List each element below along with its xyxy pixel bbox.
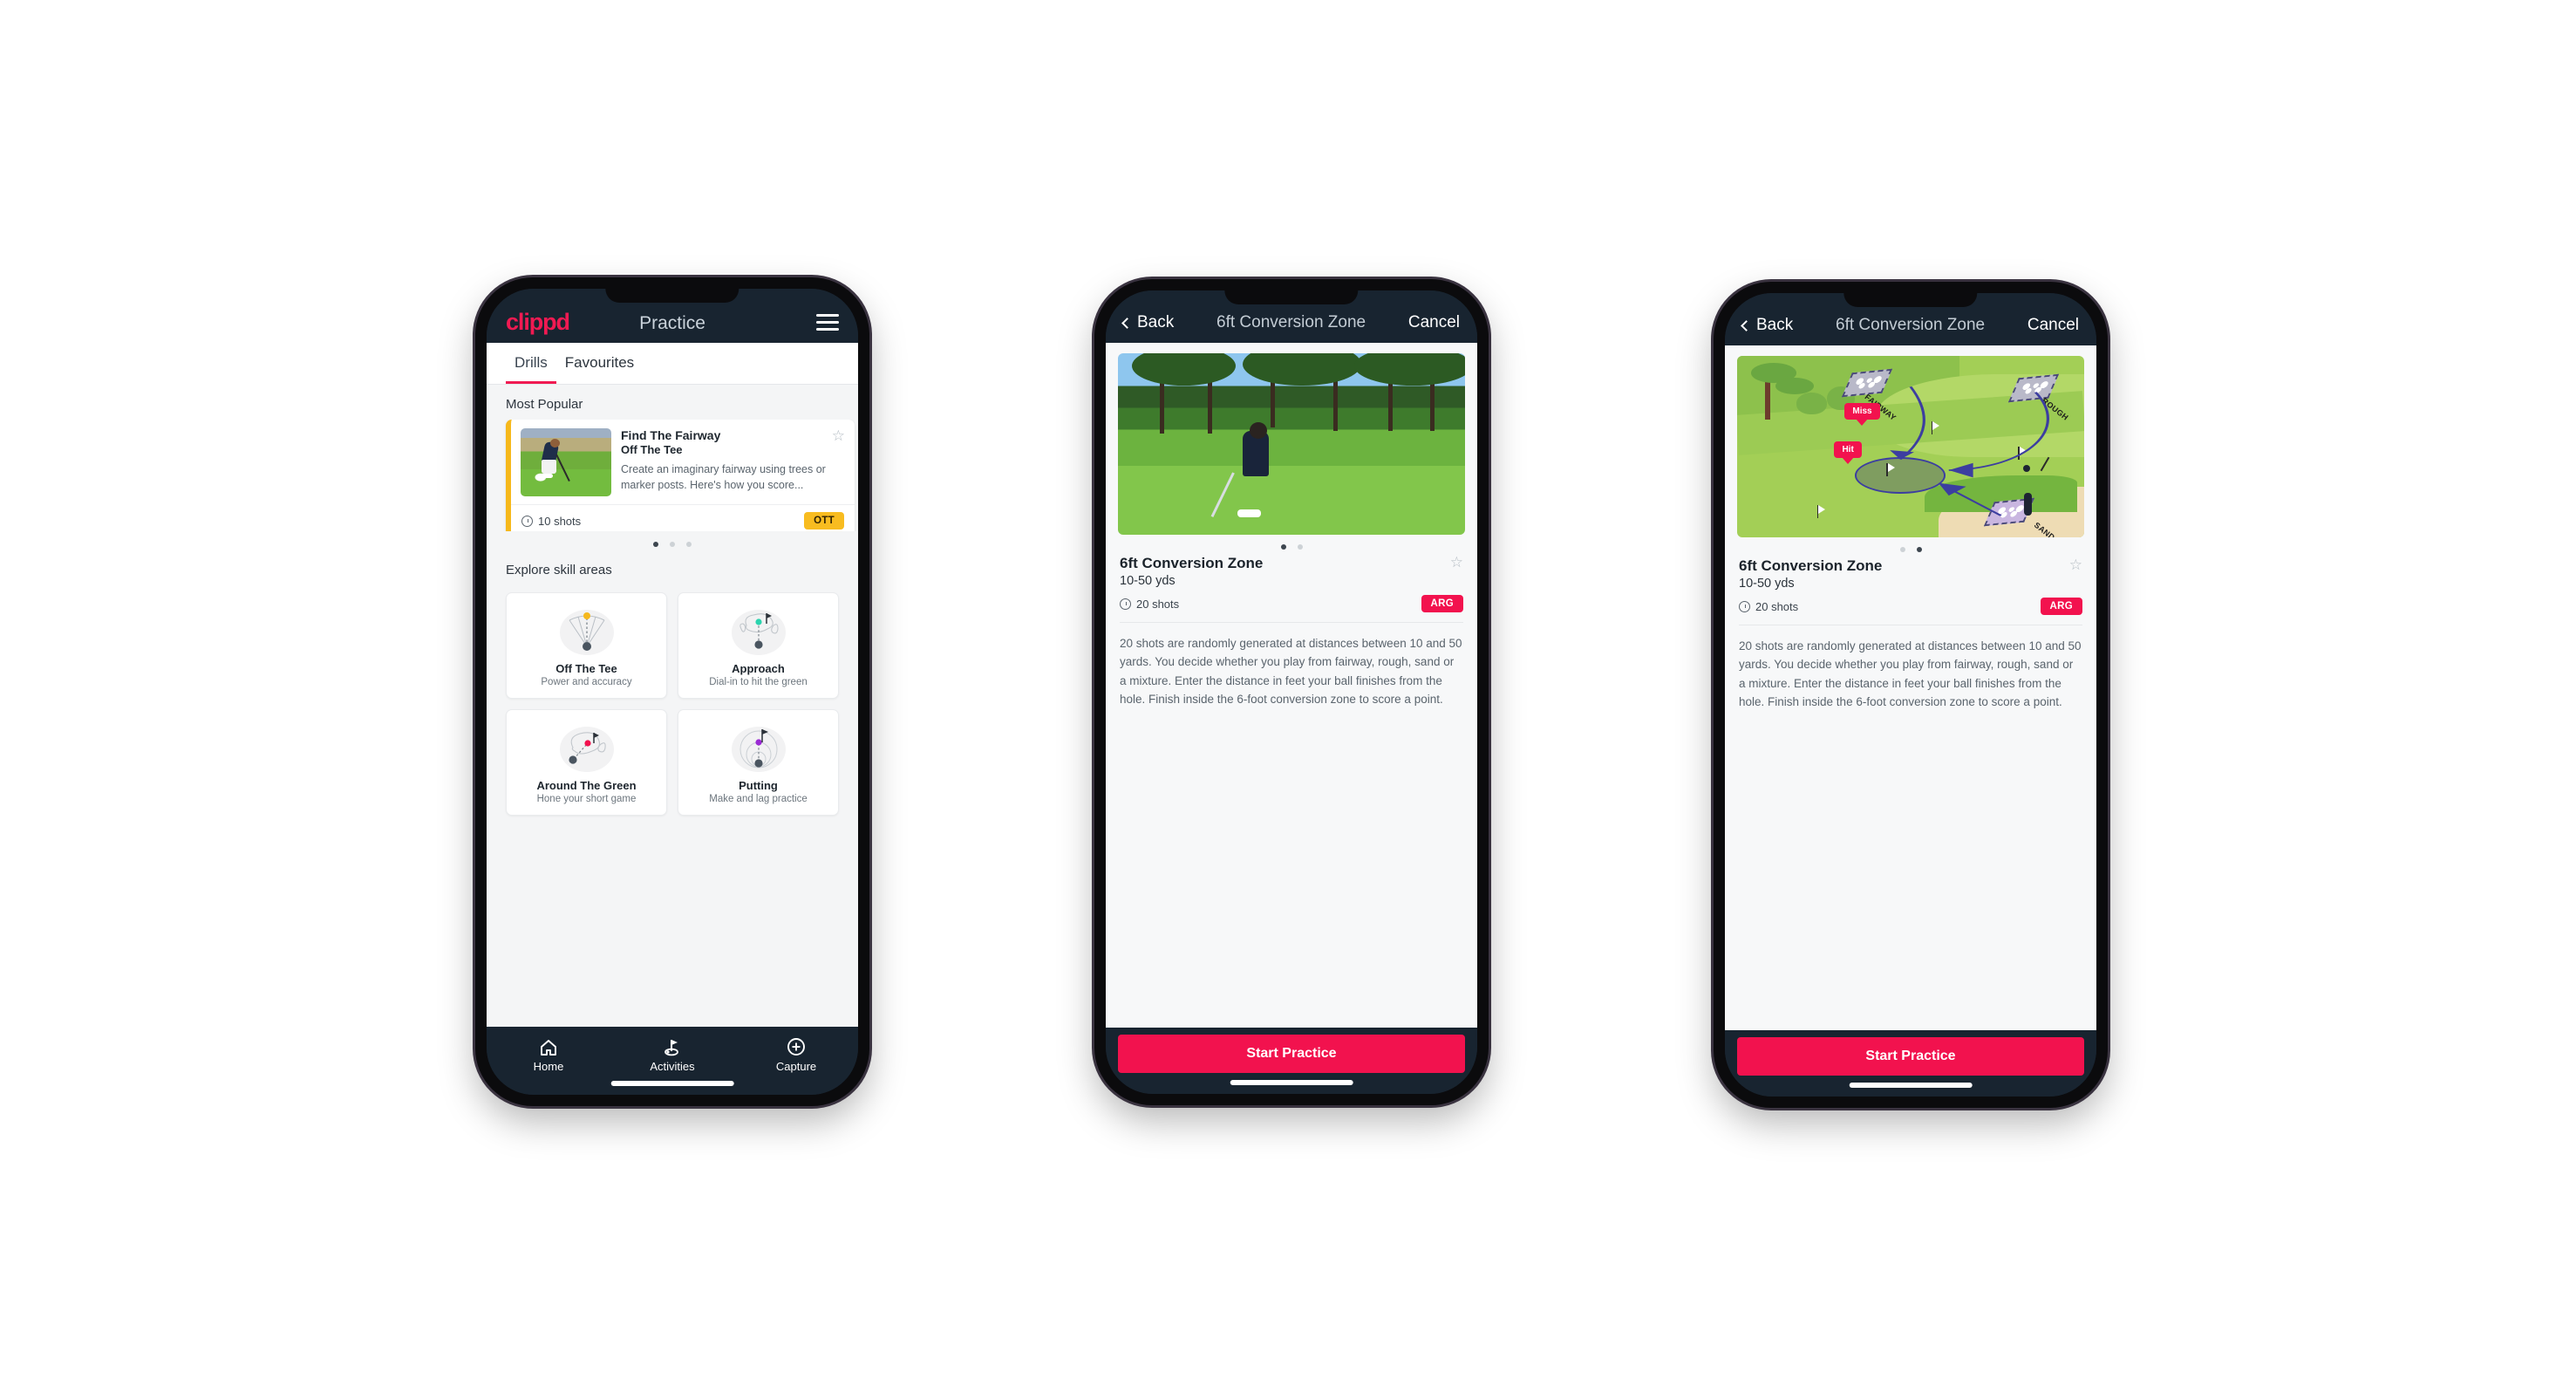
skill-card-around-the-green[interactable]: Around The Green Hone your short game: [506, 709, 667, 816]
hamburger-menu-icon[interactable]: [816, 313, 839, 331]
carousel-dot[interactable]: [686, 542, 692, 547]
home-indicator: [610, 1081, 734, 1086]
page-title: Practice: [639, 313, 705, 333]
skill-card-putting[interactable]: Putting Make and lag practice: [678, 709, 839, 816]
media-dot[interactable]: [1297, 544, 1303, 550]
clock-icon: [1120, 598, 1131, 610]
drill-detail-shots-label: 20 shots: [1136, 597, 1180, 611]
phone-notch: [1224, 290, 1359, 304]
practice-content: Most Popular Find The Fairway Off The Te…: [487, 385, 858, 1027]
tabbar-label: Home: [533, 1060, 564, 1073]
tab-favourites[interactable]: Favourites: [556, 343, 643, 384]
drill-detail-title: 6ft Conversion Zone: [1120, 555, 1264, 571]
star-outline-icon[interactable]: ☆: [2069, 557, 2082, 572]
plus-circle-icon: [787, 1038, 805, 1056]
skill-name: Off The Tee: [555, 662, 617, 675]
carousel-dots[interactable]: [487, 531, 858, 550]
around-green-icon: [514, 721, 659, 775]
drill-video-thumbnail[interactable]: [1118, 353, 1465, 535]
phone-mockup-drill-detail-video: Back 6ft Conversion Zone Cancel 6ft Conv…: [1094, 279, 1489, 1105]
clock-icon: [521, 515, 533, 527]
skill-desc: Hone your short game: [536, 794, 637, 804]
drill-subtitle: Off The Tee: [621, 443, 683, 456]
shot-paths: [1890, 386, 2049, 516]
skill-card-off-the-tee[interactable]: Off The Tee Power and accuracy: [506, 592, 667, 699]
start-practice-button[interactable]: Start Practice: [1737, 1037, 2084, 1076]
tab-drills[interactable]: Drills: [506, 343, 556, 384]
media-dots[interactable]: [1725, 537, 2096, 556]
back-button[interactable]: Back: [1121, 313, 1175, 332]
drill-description: Create an imaginary fairway using trees …: [621, 463, 826, 491]
detail-content: 6ft Conversion Zone 10-50 yds ☆ 20 shots…: [1106, 343, 1477, 1028]
back-button[interactable]: Back: [1741, 316, 1794, 335]
skill-card-approach[interactable]: Approach Dial-in to hit the green: [678, 592, 839, 699]
star-outline-icon[interactable]: ☆: [832, 428, 845, 443]
phone-mockup-practice-list: clippd Practice Drills Favourites Most P…: [475, 277, 869, 1106]
drill-shots-label: 10 shots: [538, 514, 582, 528]
detail-content: FAIRWAY ROUGH SAND Miss Hit 6ft Conversi…: [1725, 345, 2096, 1030]
back-label: Back: [1137, 313, 1175, 331]
chevron-left-icon: [1121, 317, 1133, 329]
skill-name: Putting: [739, 779, 778, 792]
start-practice-button[interactable]: Start Practice: [1118, 1035, 1465, 1073]
chevron-left-icon: [1741, 319, 1752, 331]
carousel-dot[interactable]: [670, 542, 675, 547]
home-indicator: [1230, 1080, 1353, 1085]
approach-green-icon: [685, 605, 831, 659]
drill-detail-description: 20 shots are randomly generated at dista…: [1739, 639, 2082, 708]
phone-notch: [605, 289, 739, 303]
status-badge: ARG: [1421, 595, 1463, 612]
drill-detail-title: 6ft Conversion Zone: [1739, 557, 1883, 574]
tabbar-item-activities[interactable]: Activities: [610, 1037, 734, 1073]
clock-icon: [1739, 600, 1750, 612]
star-outline-icon[interactable]: ☆: [1450, 555, 1463, 570]
home-indicator: [1849, 1083, 1973, 1088]
media-dot[interactable]: [1280, 544, 1286, 550]
drill-detail-shots: 20 shots: [1120, 598, 1179, 611]
navbar-title: 6ft Conversion Zone: [1216, 313, 1366, 331]
skill-name: Around The Green: [536, 779, 637, 792]
status-badge: OTT: [804, 512, 844, 530]
tee-fan-icon: [514, 605, 659, 659]
navbar-title: 6ft Conversion Zone: [1836, 316, 1986, 334]
tabbar-label: Activities: [650, 1060, 695, 1073]
media-dots[interactable]: [1106, 535, 1477, 553]
back-label: Back: [1756, 316, 1794, 334]
cancel-button[interactable]: Cancel: [2027, 316, 2079, 335]
screenshot-stage: clippd Practice Drills Favourites Most P…: [0, 0, 2576, 1387]
putting-rings-icon: [685, 721, 831, 775]
media-dot[interactable]: [1899, 547, 1905, 552]
section-most-popular-title: Most Popular: [506, 397, 583, 412]
tabbar-label: Capture: [775, 1060, 817, 1073]
skill-areas-grid: Off The Tee Power and accuracy Approach …: [487, 585, 858, 828]
status-badge: ARG: [2040, 598, 2082, 615]
tabbar-item-capture[interactable]: Capture: [734, 1037, 858, 1073]
phone-mockup-drill-detail-illustration: Back 6ft Conversion Zone Cancel FAIRWAY …: [1714, 282, 2108, 1108]
carousel-dot[interactable]: [653, 542, 658, 547]
golf-flag-icon: [664, 1040, 678, 1056]
most-popular-carousel[interactable]: Find The Fairway Off The Tee ☆ Create an…: [487, 420, 858, 531]
skill-name: Approach: [732, 662, 785, 675]
cancel-button[interactable]: Cancel: [1408, 313, 1460, 332]
drill-detail-distance: 10-50 yds: [1739, 577, 1795, 591]
skill-desc: Make and lag practice: [709, 794, 808, 804]
drill-thumbnail: [521, 428, 611, 496]
skill-desc: Dial-in to hit the green: [709, 677, 808, 687]
drill-shots: 10 shots: [521, 515, 581, 528]
drill-card[interactable]: Find The Fairway Off The Tee ☆ Create an…: [506, 420, 855, 531]
drill-detail-shots: 20 shots: [1739, 600, 1798, 613]
home-icon: [541, 1040, 556, 1056]
drill-illustration[interactable]: FAIRWAY ROUGH SAND Miss Hit: [1737, 356, 2084, 537]
media-dot[interactable]: [1916, 547, 1922, 552]
phone-notch: [1843, 293, 1978, 307]
clippd-logo[interactable]: clippd: [506, 310, 570, 334]
drill-detail-shots-label: 20 shots: [1755, 599, 1799, 613]
skill-desc: Power and accuracy: [541, 677, 632, 687]
drill-detail-distance: 10-50 yds: [1120, 574, 1176, 588]
tab-bar: Drills Favourites: [487, 343, 858, 385]
section-explore-title: Explore skill areas: [506, 563, 612, 577]
drill-detail-description: 20 shots are randomly generated at dista…: [1120, 637, 1462, 706]
drill-title: Find The Fairway: [621, 428, 721, 442]
tabbar-item-home[interactable]: Home: [487, 1037, 610, 1073]
